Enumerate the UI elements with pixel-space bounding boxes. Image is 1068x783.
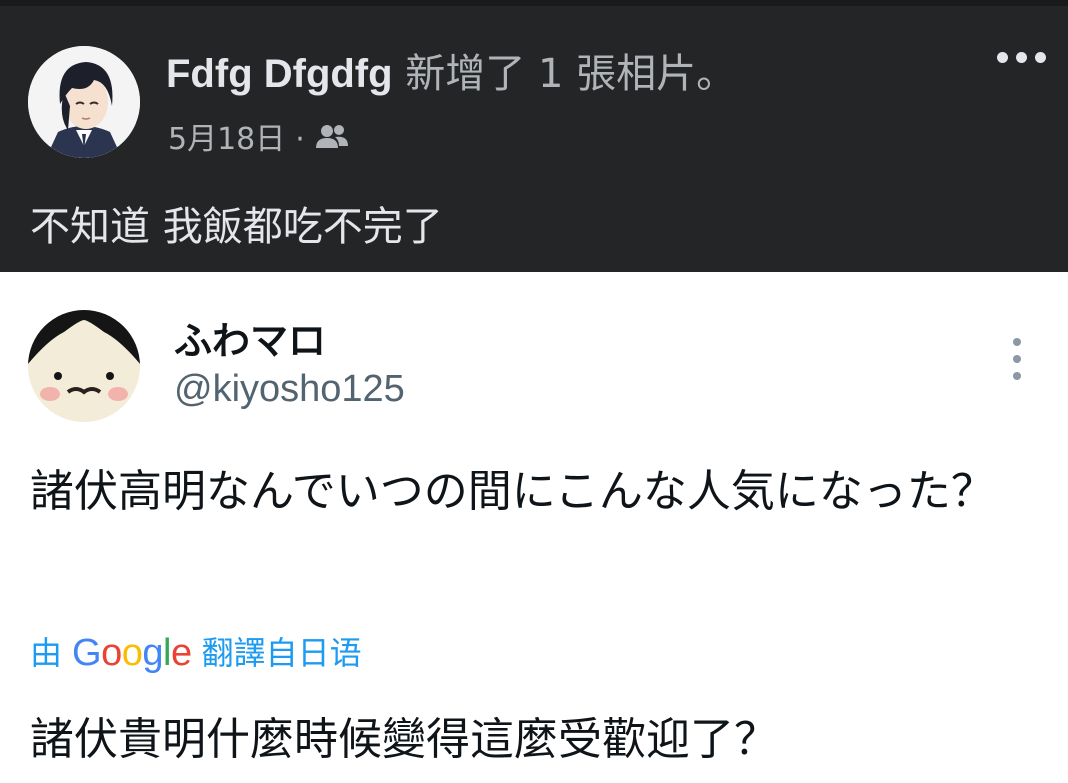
post-text: 不知道 我飯都吃不完了 [30, 204, 443, 250]
meta-separator: · [295, 122, 305, 157]
google-logo-letter: g [142, 632, 163, 674]
mascot-avatar-image [28, 310, 140, 422]
google-logo-letter: o [101, 632, 122, 674]
user-handle[interactable]: @kiyosho125 [174, 366, 405, 412]
post-date[interactable]: 5月18日 [168, 120, 285, 160]
post-meta: 5月18日 · [168, 120, 349, 160]
translate-suffix: 翻譯自日语 [201, 634, 362, 672]
google-logo-letter: e [170, 632, 192, 674]
post-header: Fdfg Dfgdfg 新增了 1 張相片。 [166, 50, 736, 98]
user-avatar[interactable] [28, 310, 140, 422]
google-logo-letter: G [72, 632, 102, 674]
translate-prefix: 由 [30, 634, 63, 672]
tweet-text: 諸伏高明なんでいつの間にこんな人気になった？ [30, 466, 995, 517]
google-logo-letter: o [121, 632, 143, 674]
author-name[interactable]: Fdfg Dfgdfg [166, 52, 393, 96]
facebook-post: Fdfg Dfgdfg 新增了 1 張相片。 5月18日 · 不知道 我飯都吃不… [0, 0, 1068, 272]
google-logo-letter: l [163, 632, 171, 674]
tweet-card: ふわマロ @kiyosho125 諸伏高明なんでいつの間にこんな人気になった？ … [0, 272, 1068, 783]
friends-icon [315, 120, 349, 160]
google-logo: Google [72, 630, 192, 676]
more-horizontal-icon[interactable] [997, 52, 1046, 63]
anime-character-avatar-image [28, 46, 140, 158]
author-avatar[interactable] [28, 46, 140, 158]
more-vertical-icon[interactable] [1013, 338, 1023, 380]
translation-attribution[interactable]: 由 Google 翻譯自日语 [30, 630, 362, 676]
post-action-text: 新增了 1 張相片。 [405, 51, 737, 97]
translated-text: 諸伏貴明什麼時候變得這麼受歡迎了？ [30, 714, 778, 765]
display-name[interactable]: ふわマロ [174, 318, 326, 364]
